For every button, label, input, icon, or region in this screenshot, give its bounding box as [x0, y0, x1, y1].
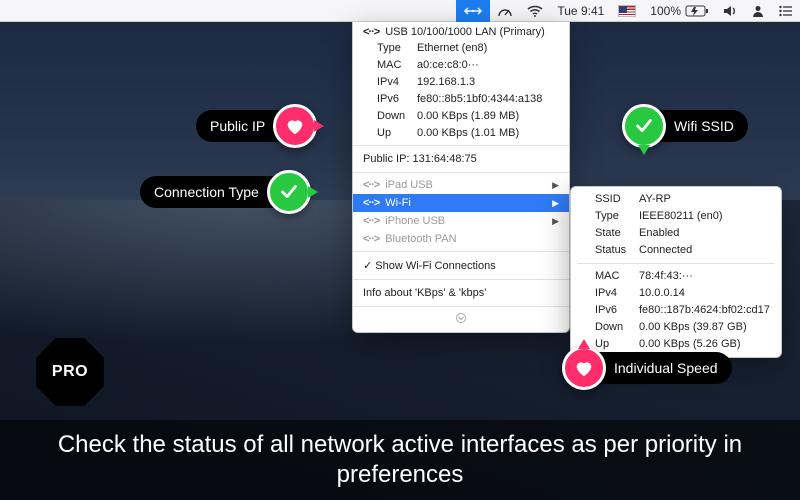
input-flag[interactable]: [611, 0, 643, 22]
notification-icon[interactable]: [772, 0, 800, 22]
speed-icon[interactable]: [490, 0, 520, 22]
show-wifi-toggle[interactable]: ✓ Show Wi-Fi Connections: [353, 255, 569, 276]
check-icon: [622, 104, 666, 148]
app-screenshot: Tue 9:41 100% <··> USB 10/100/1000 LAN (…: [0, 0, 800, 500]
chevron-down-icon[interactable]: [353, 310, 569, 332]
callout-individual-speed: Individual Speed: [562, 350, 732, 386]
wifi-submenu: SSIDAY-RP TypeIEEE80211 (en0) StateEnabl…: [570, 186, 782, 358]
interface-bluetooth-pan[interactable]: <··>Bluetooth PAN: [353, 230, 569, 248]
menubar-app-icon[interactable]: [456, 0, 490, 22]
callout-public-ip: Public IP: [196, 108, 317, 144]
callout-label: Individual Speed: [584, 352, 732, 384]
interface-iphone-usb[interactable]: <··>iPhone USB▶: [353, 212, 569, 230]
primary-interface-title: <··> USB 10/100/1000 LAN (Primary): [353, 22, 569, 40]
info-kbps[interactable]: Info about 'KBps' & 'kbps': [353, 283, 569, 303]
battery-status[interactable]: 100%: [643, 0, 716, 22]
interface-ipad-usb[interactable]: <··>iPad USB▶: [353, 176, 569, 194]
check-icon: [267, 170, 311, 214]
caption-text: Check the status of all network active i…: [0, 420, 800, 500]
flag-us-icon: [618, 5, 636, 17]
user-icon[interactable]: [744, 0, 772, 22]
ethernet-icon: <··>: [363, 26, 379, 38]
public-ip-row: Public IP: 131:64:48:75: [353, 149, 569, 169]
primary-details: TypeEthernet (en8) MACa0:ce:c8:0··· IPv4…: [353, 40, 569, 142]
clock[interactable]: Tue 9:41: [550, 0, 611, 22]
battery-icon: [685, 5, 709, 17]
menubar: Tue 9:41 100%: [0, 0, 800, 22]
wifi-icon[interactable]: [520, 0, 550, 22]
callout-connection-type: Connection Type: [140, 174, 311, 210]
callout-wifi-ssid: Wifi SSID: [622, 108, 748, 144]
network-dropdown: <··> USB 10/100/1000 LAN (Primary) TypeE…: [352, 22, 570, 333]
volume-icon[interactable]: [716, 0, 744, 22]
heart-icon: [562, 346, 606, 390]
interface-wifi[interactable]: <··>Wi-Fi▶: [353, 194, 569, 212]
heart-icon: [273, 104, 317, 148]
